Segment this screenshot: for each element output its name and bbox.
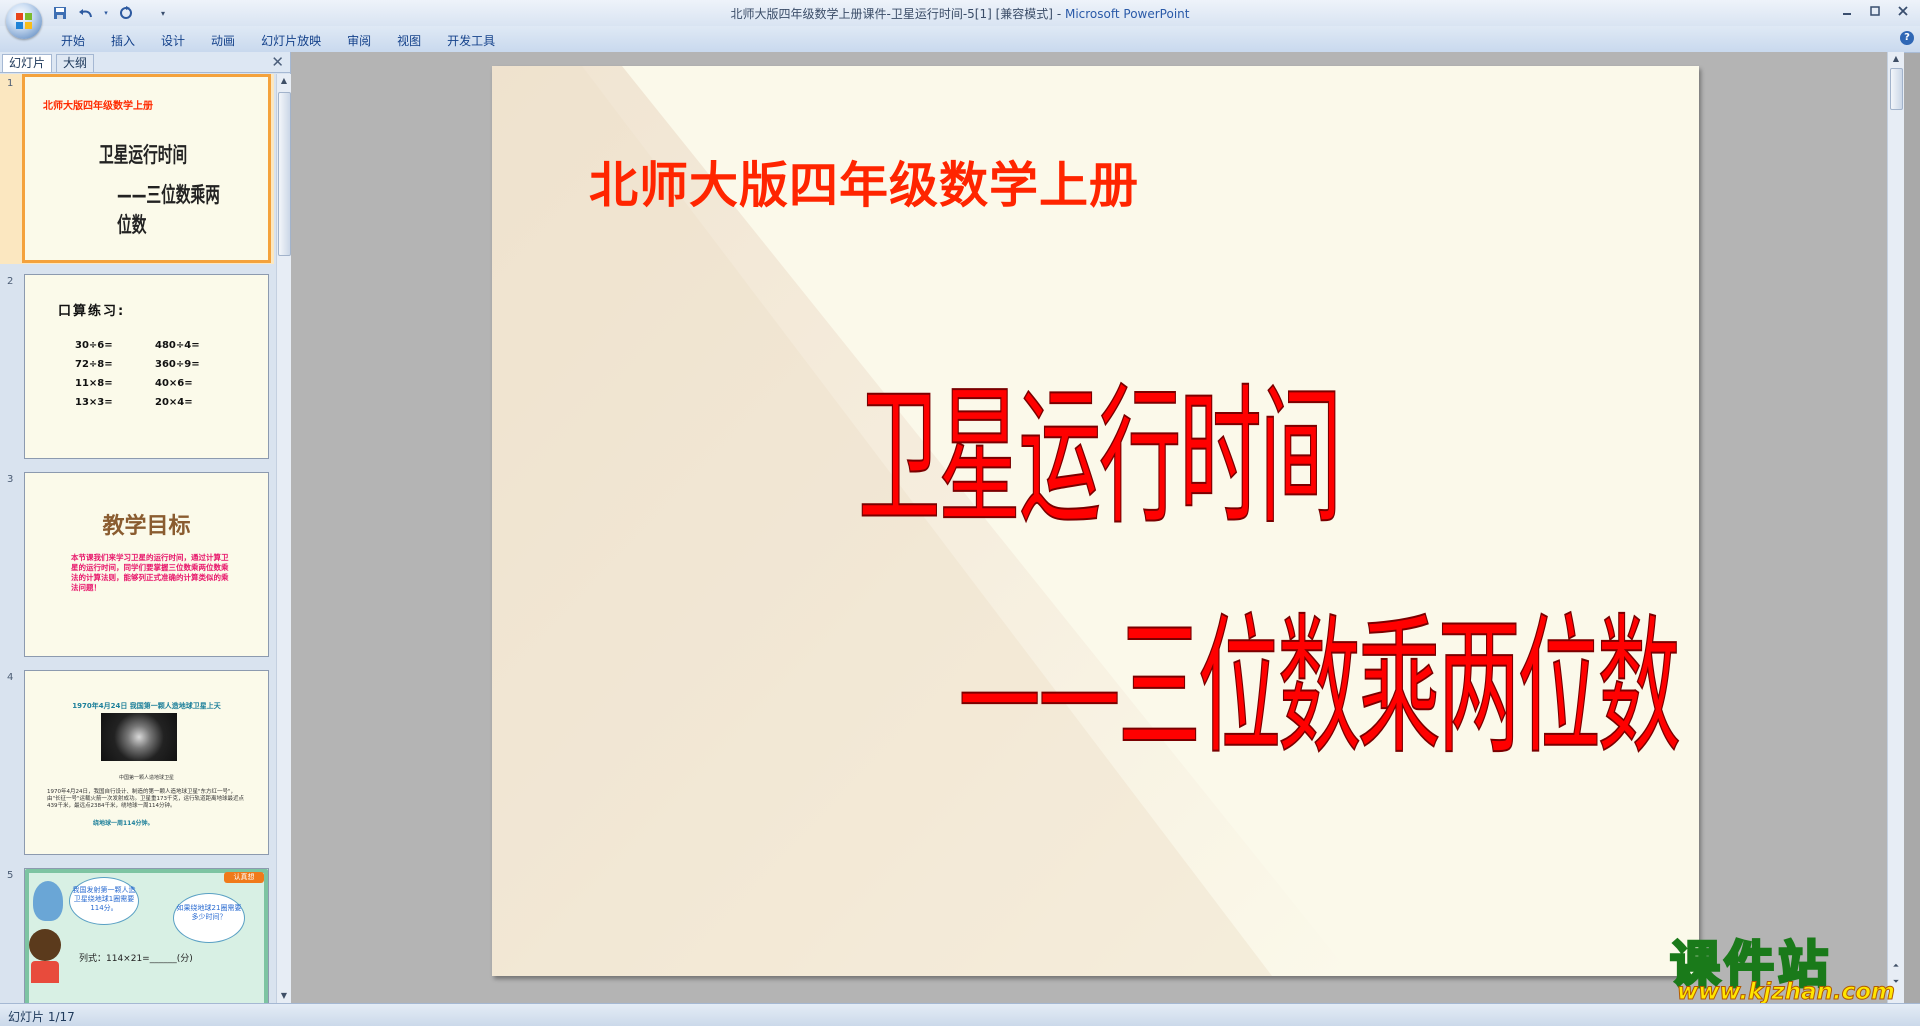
tab-home[interactable]: 开始: [48, 30, 98, 51]
app-name: Microsoft PowerPoint: [1064, 7, 1190, 21]
scroll-up-icon[interactable]: ▲: [277, 74, 291, 88]
slide-editor: 北师大版四年级数学上册 卫星运行时间 ——三位数乘两位数 ▲ ⏶ ⏷: [291, 52, 1904, 1003]
thumbnail-slide-1[interactable]: 北师大版四年级数学上册 卫星运行时间 ——三位数乘两位数: [22, 74, 271, 263]
thumbnail-title: 口算练习:: [58, 304, 126, 319]
problem: 40×6=: [155, 378, 193, 389]
window-controls: [1834, 2, 1916, 20]
speech-bubble: 如果绕地球21圈需要多少时间？: [173, 893, 245, 943]
thumbnail-slide-5[interactable]: 认真想 我国发射第一颗人造卫星绕地球1圈需要114分。 如果绕地球21圈需要多少…: [24, 868, 269, 1003]
tab-developer[interactable]: 开发工具: [434, 30, 508, 51]
problem-grid: 30÷6= 480÷4= 72÷8= 360÷9= 11×8= 40×6= 13…: [75, 340, 235, 408]
problem: 20×4=: [155, 397, 193, 408]
problem: 30÷6=: [75, 340, 113, 351]
tab-view[interactable]: 视图: [384, 30, 434, 51]
problem: 13×3=: [75, 397, 113, 408]
watermark-logo: 课件站 www.kjzhan.com: [1665, 925, 1905, 1006]
office-button[interactable]: [6, 3, 42, 39]
thumbnail-row-4[interactable]: 4 1970年4月24日 我国第一颗人造地球卫星上天 中国第一颗人造地球卫星 1…: [0, 668, 274, 858]
thumbnail-caption: 1970年4月24日 我国第一颗人造地球卫星上天: [72, 702, 221, 710]
thumbnail-text: 本节课我们来学习卫星的运行时间，通过计算卫星的运行时间，同学们要掌握三位数乘两位…: [71, 553, 229, 592]
tab-review[interactable]: 审阅: [334, 30, 384, 51]
ribbon: 开始 插入 设计 动画 幻灯片放映 审阅 视图 开发工具 ?: [0, 26, 1920, 53]
scroll-down-icon[interactable]: ▼: [277, 989, 291, 1003]
problem: 480÷4=: [155, 340, 200, 351]
office-logo-icon: [16, 13, 32, 29]
pane-close-icon[interactable]: ✕: [271, 53, 284, 71]
thumbnail-text: 1970年4月24日，我国自行设计、制造的第一颗人造地球卫星"东方红一号"，由"…: [47, 789, 245, 809]
tab-slide-show[interactable]: 幻灯片放映: [248, 30, 334, 51]
thumbnail-row-1[interactable]: 1 北师大版四年级数学上册 卫星运行时间 ——三位数乘两位数: [0, 74, 274, 264]
maximize-icon[interactable]: [1862, 2, 1888, 20]
thumbnail-slide-4[interactable]: 1970年4月24日 我国第一颗人造地球卫星上天 中国第一颗人造地球卫星 197…: [24, 670, 269, 855]
slides-pane: 幻灯片 大纲 ✕ 1 北师大版四年级数学上册 卫星运行时间 ——三位数乘两位数 …: [0, 52, 291, 1003]
thumbnail-equation: 列式：114×21=______(分): [79, 954, 193, 964]
thumbnail-slide-2[interactable]: 口算练习: 30÷6= 480÷4= 72÷8= 360÷9= 11×8= 40…: [24, 274, 269, 459]
title-bar: ▾ ▾ 北师大版四年级数学上册课件-卫星运行时间-5[1] [兼容模式] - M…: [0, 0, 1920, 39]
editor-scrollbar[interactable]: ▲ ⏶ ⏷: [1887, 52, 1904, 1003]
thumbnail-number: 3: [7, 474, 14, 485]
current-slide[interactable]: 北师大版四年级数学上册 卫星运行时间 ——三位数乘两位数: [492, 66, 1699, 976]
slide-counter: 幻灯片 1/17: [8, 1010, 75, 1024]
thumbnail-number: 1: [7, 78, 14, 89]
speech-bubble: 我国发射第一颗人造卫星绕地球1圈需要114分。: [69, 877, 139, 925]
thumbnail-subtitle: ——三位数乘两位数: [117, 183, 220, 237]
status-bar: 幻灯片 1/17: [0, 1003, 1920, 1026]
problem: 360÷9=: [155, 359, 200, 370]
problem: 11×8=: [75, 378, 113, 389]
photo-caption: 中国第一颗人造地球卫星: [118, 775, 174, 781]
document-name: 北师大版四年级数学上册课件-卫星运行时间-5[1] [兼容模式]: [730, 7, 1053, 21]
child-head-illustration: [29, 929, 61, 961]
scrollbar-thumb[interactable]: [278, 92, 291, 256]
thumbnail-row-5[interactable]: 5 认真想 我国发射第一颗人造卫星绕地球1圈需要114分。 如果绕地球21圈需要…: [0, 866, 274, 1003]
bird-illustration: [33, 881, 63, 921]
satellite-photo: [101, 713, 177, 761]
tab-design[interactable]: 设计: [148, 30, 198, 51]
window-title: 北师大版四年级数学上册课件-卫星运行时间-5[1] [兼容模式] - Micro…: [0, 5, 1920, 22]
close-icon[interactable]: [1890, 2, 1916, 20]
minimize-icon[interactable]: [1834, 2, 1860, 20]
thumbnail-number: 4: [7, 672, 14, 683]
pane-tabs: 幻灯片 大纲 ✕: [0, 52, 290, 73]
child-body-illustration: [31, 961, 59, 983]
slide-title[interactable]: 卫星运行时间: [857, 336, 1342, 553]
ribbon-tabs: 开始 插入 设计 动画 幻灯片放映 审阅 视图 开发工具: [48, 30, 508, 51]
thumbnail-row-3[interactable]: 3 教学目标 本节课我们来学习卫星的运行时间，通过计算卫星的运行时间，同学们要掌…: [0, 470, 274, 660]
slide-subtitle[interactable]: ——三位数乘两位数: [957, 566, 1681, 783]
tab-outline[interactable]: 大纲: [56, 54, 95, 72]
thumbnail-highlight: 绕地球一周114分钟。: [93, 820, 154, 827]
thumbnail-slide-3[interactable]: 教学目标 本节课我们来学习卫星的运行时间，通过计算卫星的运行时间，同学们要掌握三…: [24, 472, 269, 657]
slide-header[interactable]: 北师大版四年级数学上册: [589, 146, 1139, 217]
thumbnail-badge: 认真想: [224, 872, 264, 883]
watermark-url: www.kjzhan.com: [1677, 979, 1896, 1006]
problem: 72÷8=: [75, 359, 113, 370]
tab-animations[interactable]: 动画: [198, 30, 248, 51]
thumbnail-header: 北师大版四年级数学上册: [43, 101, 153, 112]
help-icon[interactable]: ?: [1900, 31, 1914, 45]
thumbnail-list: 1 北师大版四年级数学上册 卫星运行时间 ——三位数乘两位数 2 口算练习: 3…: [0, 74, 274, 1003]
title-separator: -: [1053, 7, 1065, 21]
tab-insert[interactable]: 插入: [98, 30, 148, 51]
thumbnail-number: 2: [7, 276, 14, 287]
thumbnail-title: 教学目标: [102, 513, 191, 539]
thumbnail-row-2[interactable]: 2 口算练习: 30÷6= 480÷4= 72÷8= 360÷9= 11×8= …: [0, 272, 274, 462]
thumbnail-title: 卫星运行时间: [99, 143, 188, 167]
tab-slides[interactable]: 幻灯片: [2, 54, 53, 72]
scrollbar-thumb[interactable]: [1890, 68, 1903, 110]
thumbnail-number: 5: [7, 870, 14, 881]
scroll-up-icon[interactable]: ▲: [1889, 52, 1903, 66]
thumbnail-scrollbar[interactable]: ▲ ▼: [276, 74, 291, 1003]
